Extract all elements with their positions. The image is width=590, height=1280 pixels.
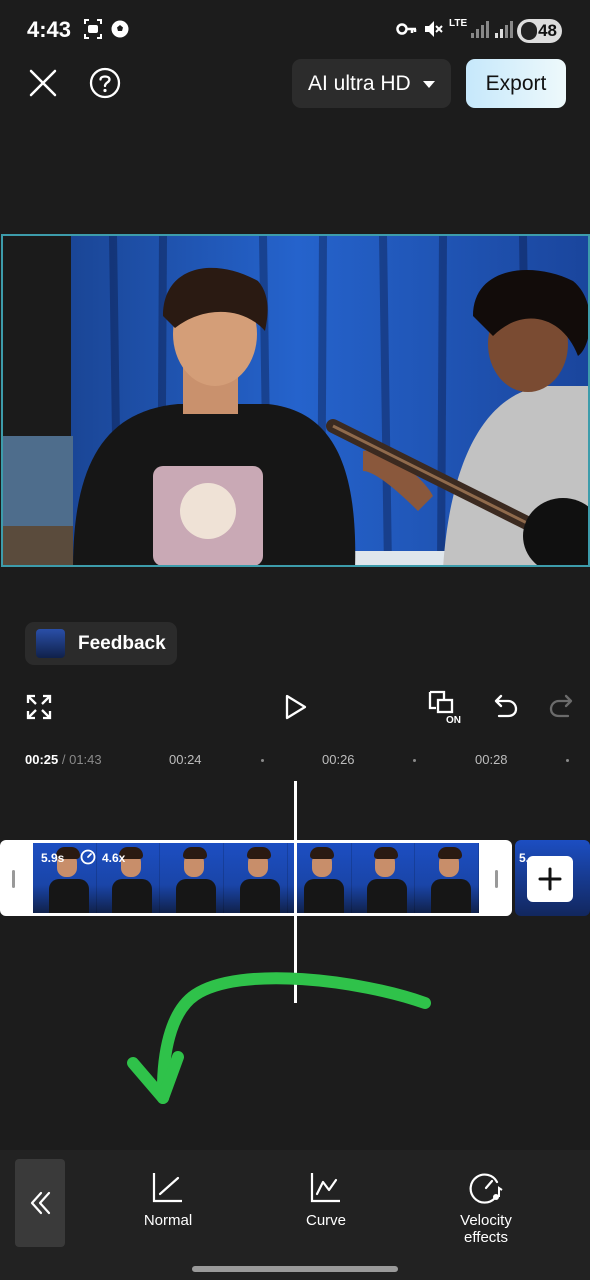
network-type: LTE xyxy=(449,18,468,29)
velocity-effects-icon xyxy=(469,1173,503,1204)
ruler-tick: 00:28 xyxy=(475,752,508,767)
ruler-dot xyxy=(566,759,569,762)
quality-label: AI ultra HD xyxy=(308,72,411,95)
curve-speed-icon xyxy=(310,1173,340,1203)
tool-curve[interactable]: Curve xyxy=(286,1170,366,1229)
signal-icon xyxy=(471,21,489,38)
soccer-ball-icon xyxy=(111,20,129,38)
battery-indicator: 48 xyxy=(517,19,562,43)
mute-icon xyxy=(425,21,443,37)
video-preview[interactable] xyxy=(1,234,590,567)
ruler-tick: 00:26 xyxy=(322,752,355,767)
clip-frame xyxy=(160,843,225,913)
quality-dropdown[interactable]: AI ultra HD xyxy=(292,59,451,108)
svg-text:ON: ON xyxy=(446,715,461,724)
video-frame xyxy=(3,236,588,565)
tool-velocity-effects[interactable]: Velocity effects xyxy=(436,1170,536,1246)
home-indicator[interactable] xyxy=(192,1266,398,1272)
tool-normal[interactable]: Normal xyxy=(128,1170,208,1229)
main-track-audio-on-icon[interactable]: ON xyxy=(428,690,464,724)
vpn-key-icon xyxy=(396,23,417,35)
clip-frame xyxy=(287,843,352,913)
speed-toolbar: Normal Curve Velocity effects xyxy=(0,1150,590,1280)
selected-video-clip[interactable] xyxy=(0,840,512,916)
help-icon[interactable] xyxy=(89,67,121,99)
battery-saver-icon xyxy=(521,22,537,40)
screen-record-icon xyxy=(84,19,102,39)
status-time: 4:43 xyxy=(27,17,72,42)
feedback-thumbnail xyxy=(36,629,65,658)
clip-speed: 4.6x xyxy=(80,849,125,868)
feedback-button[interactable]: Feedback xyxy=(25,622,177,665)
caret-down-icon xyxy=(423,81,435,88)
clip-frame xyxy=(224,843,288,913)
tool-velocity-effects-label: Velocity effects xyxy=(460,1212,512,1246)
timeline-ruler: 00:25 / 01:43 00:24 00:26 00:28 xyxy=(0,745,590,775)
time-readout: 00:25 / 01:43 xyxy=(25,752,102,767)
close-icon[interactable] xyxy=(28,68,58,98)
play-icon[interactable] xyxy=(283,693,309,721)
status-bar: 4:43 LTE 48 xyxy=(0,0,590,62)
ruler-tick: 00:24 xyxy=(169,752,202,767)
total-time: / 01:43 xyxy=(61,752,102,767)
undo-icon[interactable] xyxy=(493,693,519,719)
feedback-label: Feedback xyxy=(78,633,166,654)
tool-curve-label: Curve xyxy=(305,1212,346,1229)
clip-thumbnails xyxy=(33,843,479,913)
clip-trim-handle-left[interactable] xyxy=(12,870,15,888)
collapse-toolbar-button[interactable] xyxy=(15,1159,65,1247)
current-time: 00:25 xyxy=(25,752,59,767)
battery-level: 48 xyxy=(538,21,557,40)
clip-frame xyxy=(351,843,416,913)
annotation-arrow xyxy=(127,972,431,1104)
normal-speed-icon xyxy=(152,1173,182,1203)
ruler-dot xyxy=(413,759,416,762)
clip-duration: 5.9s xyxy=(41,851,65,865)
fullscreen-icon[interactable] xyxy=(26,694,52,720)
add-clip-button[interactable] xyxy=(527,856,573,902)
clip-frame xyxy=(415,843,479,913)
clip-trim-handle-right[interactable] xyxy=(495,870,498,888)
signal-icon-2 xyxy=(495,21,513,38)
double-chevron-left-icon xyxy=(30,1191,51,1215)
tool-normal-label: Normal xyxy=(143,1212,193,1229)
export-button[interactable]: Export xyxy=(466,59,566,108)
clip-speed-value: 4.6x xyxy=(102,851,126,865)
ruler-dot xyxy=(261,759,264,762)
speed-gauge-icon xyxy=(80,849,96,865)
redo-icon[interactable] xyxy=(548,693,574,719)
